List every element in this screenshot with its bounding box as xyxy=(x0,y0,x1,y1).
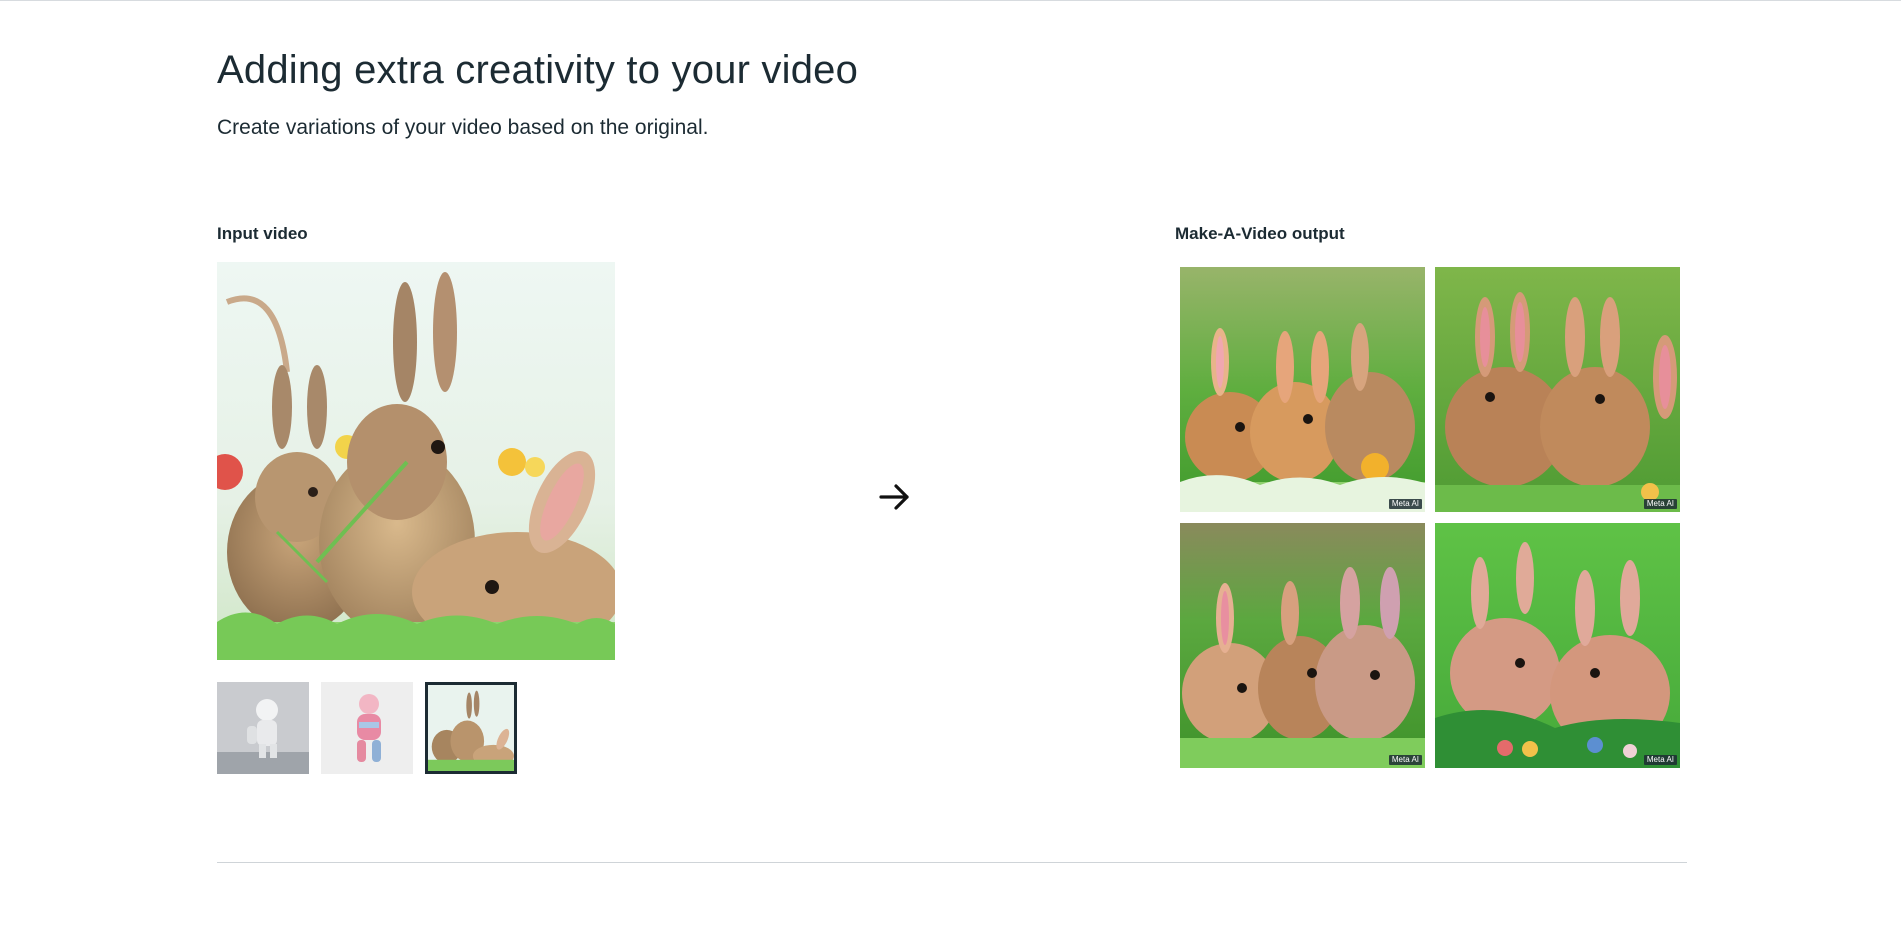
top-divider xyxy=(0,0,1901,1)
section-divider xyxy=(217,862,1687,863)
section-subtitle: Create variations of your video based on… xyxy=(217,116,709,139)
meta-ai-watermark: Meta AI xyxy=(1388,755,1422,765)
input-video-label: Input video xyxy=(217,224,308,243)
input-thumbnail-list xyxy=(217,682,517,774)
transform-arrow xyxy=(877,479,913,515)
output-video-4[interactable]: Meta AI xyxy=(1435,523,1680,768)
thumbnail-knitted-figure[interactable] xyxy=(321,682,413,774)
output-video-1[interactable]: Meta AI xyxy=(1180,267,1425,512)
output-video-2-frame xyxy=(1435,267,1680,512)
thumbnail-astronaut[interactable] xyxy=(217,682,309,774)
section-title: Adding extra creativity to your video xyxy=(217,48,859,92)
page: Adding extra creativity to your video Cr… xyxy=(0,0,1901,944)
thumbnail-bunnies[interactable] xyxy=(425,682,517,774)
input-video-frame xyxy=(217,262,615,660)
output-video-2[interactable]: Meta AI xyxy=(1435,267,1680,512)
output-video-1-frame xyxy=(1180,267,1425,512)
meta-ai-watermark: Meta AI xyxy=(1643,499,1677,509)
output-video-grid: Meta AI Meta AI Meta AI Meta AI xyxy=(1180,267,1680,768)
meta-ai-watermark: Meta AI xyxy=(1388,499,1422,509)
knitted-figure-thumbnail-image xyxy=(321,682,413,774)
input-video-player[interactable] xyxy=(217,262,615,660)
output-label: Make-A-Video output xyxy=(1175,224,1345,243)
output-video-3-frame xyxy=(1180,523,1425,768)
output-video-4-frame xyxy=(1435,523,1680,768)
meta-ai-watermark: Meta AI xyxy=(1643,755,1677,765)
arrow-right-icon xyxy=(879,484,909,510)
output-video-3[interactable]: Meta AI xyxy=(1180,523,1425,768)
astronaut-thumbnail-image xyxy=(217,682,309,774)
bunnies-thumbnail-image xyxy=(428,685,514,771)
